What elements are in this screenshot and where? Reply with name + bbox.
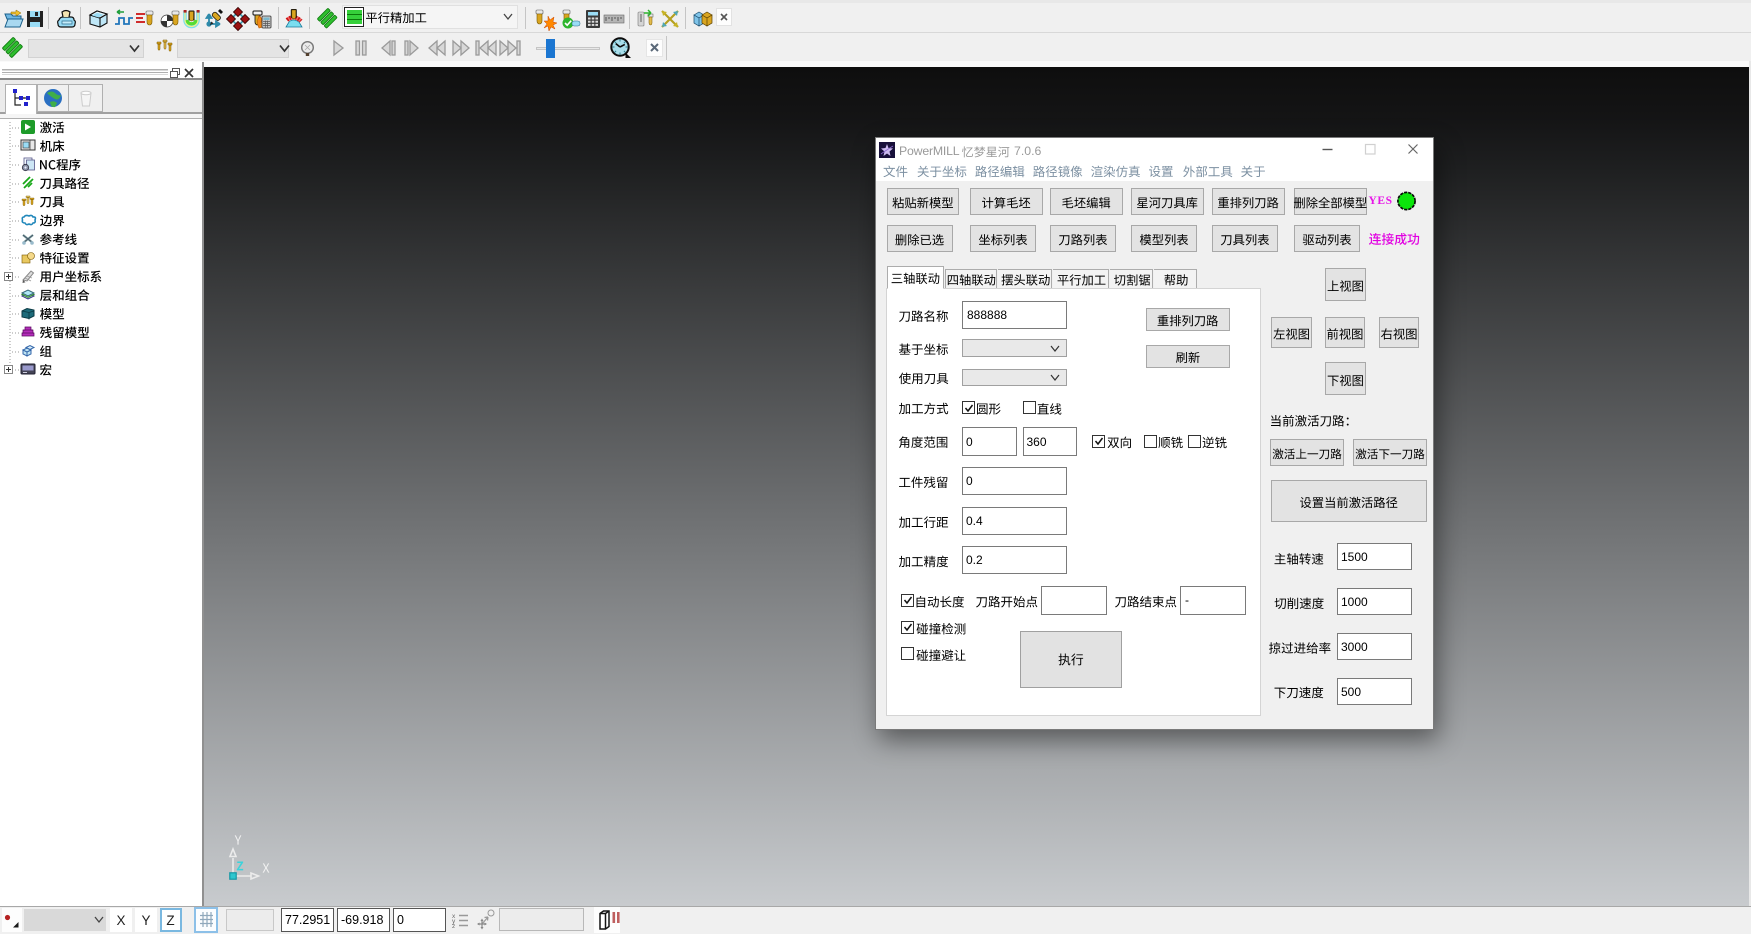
svg-text:z: z — [452, 923, 455, 930]
